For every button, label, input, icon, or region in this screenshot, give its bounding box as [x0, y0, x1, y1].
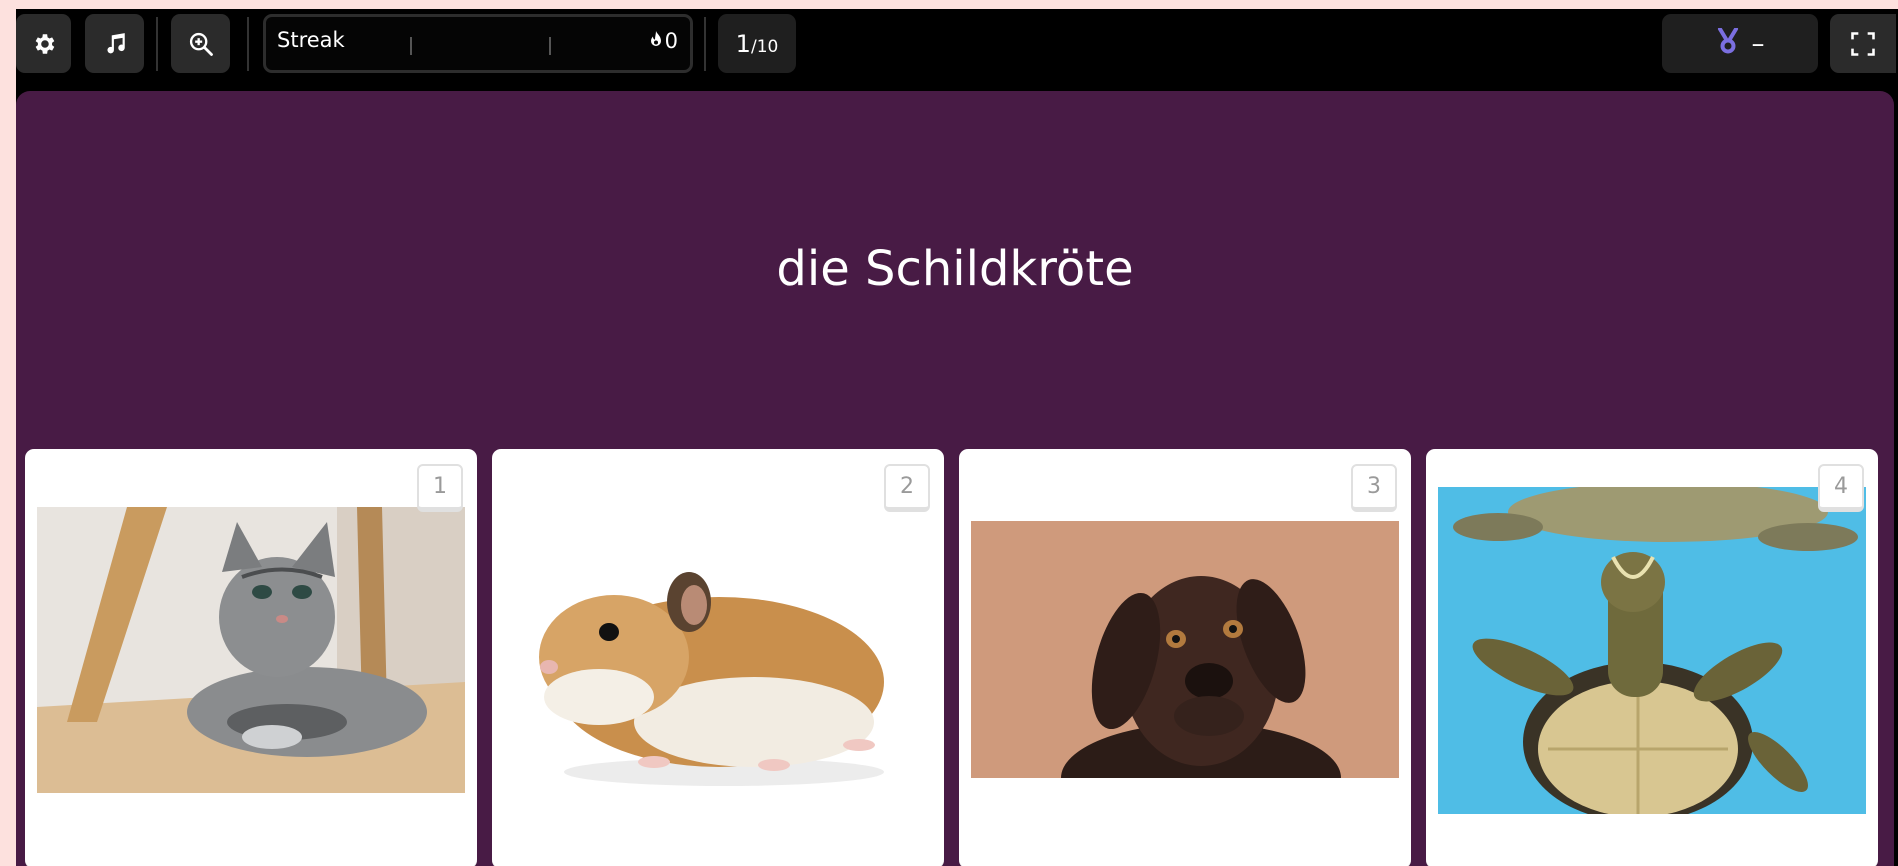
hamster-photo: [504, 507, 932, 793]
zoom-button[interactable]: [171, 14, 230, 73]
medal-icon: [1716, 26, 1740, 60]
streak-tick: [410, 37, 412, 55]
answer-number: 2: [884, 464, 930, 512]
flame-icon: [649, 29, 663, 53]
answer-card-1[interactable]: 1: [25, 449, 477, 866]
question-counter: 1 / 10: [718, 14, 796, 73]
question-text: die Schildkröte: [776, 241, 1134, 297]
medal-value: –: [1751, 28, 1765, 59]
zoom-in-icon: [187, 30, 215, 58]
fullscreen-icon: [1849, 30, 1877, 58]
streak-meter: Streak 0: [263, 14, 693, 73]
top-toolbar: Streak 0 1 / 10 –: [16, 9, 1898, 89]
streak-tick: [549, 37, 551, 55]
answer-card-4[interactable]: 4: [1426, 449, 1878, 866]
music-note-icon: [102, 31, 128, 57]
question-panel: die Schildkröte 1 2 3 4: [16, 91, 1894, 866]
toolbar-divider: [156, 17, 158, 71]
dog-photo: [971, 521, 1399, 778]
answer-card-2[interactable]: 2: [492, 449, 944, 866]
streak-count-value: 0: [664, 29, 678, 53]
streak-label: Streak: [277, 28, 345, 52]
total-questions: 10: [756, 36, 779, 57]
answer-number: 1: [417, 464, 463, 512]
current-question: 1: [735, 29, 751, 58]
cat-photo: [37, 507, 465, 793]
quiz-app: Streak 0 1 / 10 – die Schildkröte 1 2 3 …: [16, 9, 1898, 866]
streak-count: 0: [649, 29, 678, 53]
toolbar-divider: [247, 17, 249, 71]
gear-icon: [31, 31, 57, 57]
answer-number: 3: [1351, 464, 1397, 512]
toolbar-divider: [704, 17, 706, 71]
answer-card-3[interactable]: 3: [959, 449, 1411, 866]
answer-number: 4: [1818, 464, 1864, 512]
turtle-photo: [1438, 487, 1866, 814]
fullscreen-button[interactable]: [1830, 14, 1896, 73]
music-button[interactable]: [85, 14, 144, 73]
settings-button[interactable]: [16, 14, 71, 73]
medal-status[interactable]: –: [1662, 14, 1818, 73]
